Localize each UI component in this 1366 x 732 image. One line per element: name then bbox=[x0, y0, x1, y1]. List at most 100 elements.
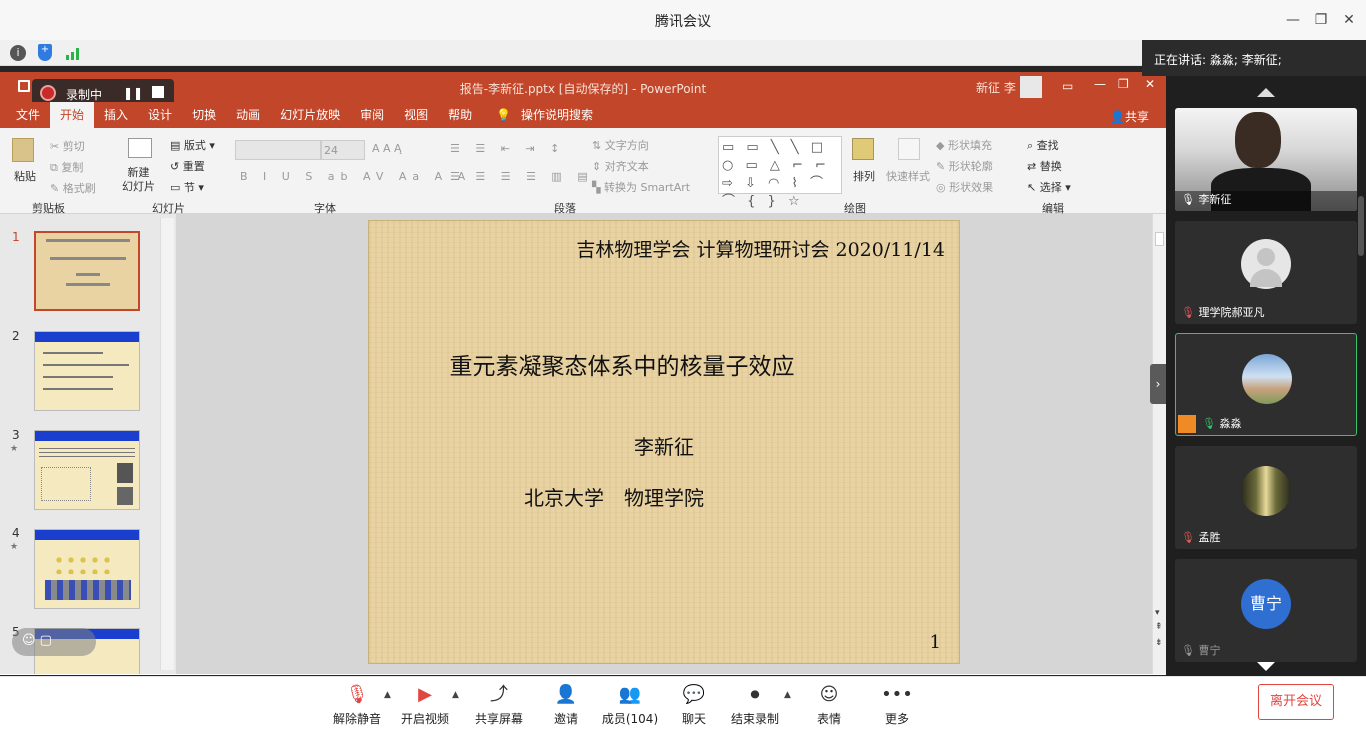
restore-icon[interactable]: ❐ bbox=[1311, 10, 1331, 30]
gallery-scrollbar[interactable] bbox=[1358, 196, 1364, 256]
font-size-select[interactable]: 24 bbox=[321, 140, 365, 160]
unmute-button[interactable]: 🎙 解除静音 bbox=[330, 684, 384, 727]
info-icon[interactable]: i bbox=[10, 45, 26, 61]
participant-tile-active[interactable]: 🎙 淼淼 bbox=[1175, 333, 1357, 436]
window-titlebar: 腾讯会议 — ❐ ✕ bbox=[0, 0, 1366, 40]
minimize-icon[interactable]: — bbox=[1283, 10, 1303, 30]
pause-record-icon[interactable]: ❚❚ bbox=[123, 86, 143, 100]
ppt-close-icon[interactable]: ✕ bbox=[1145, 77, 1155, 91]
participant-tile[interactable]: 🎙 李新征 bbox=[1175, 108, 1357, 211]
shield-icon[interactable]: + bbox=[38, 44, 52, 61]
audio-options-icon[interactable]: ▲ bbox=[384, 690, 391, 700]
tab-review[interactable]: 审阅 bbox=[350, 102, 394, 128]
slide-title: 重元素凝聚态体系中的核量子效应 bbox=[449, 354, 795, 380]
participant-tile[interactable]: 曹宁 🎙 曹宁 bbox=[1175, 559, 1357, 662]
scroll-down-icon[interactable]: ▾ bbox=[1155, 608, 1160, 618]
next-slide-icon[interactable]: ⇟ bbox=[1155, 638, 1163, 648]
tell-me-search[interactable]: 操作说明搜索 bbox=[521, 108, 593, 122]
participant-tile[interactable]: 🎙 理学院郝亚凡 bbox=[1175, 221, 1357, 324]
format-painter-button[interactable]: ✎ 格式刷 bbox=[50, 180, 96, 196]
convert-smartart-button[interactable]: ▚ 转换为 SmartArt bbox=[592, 179, 690, 195]
tab-view[interactable]: 视图 bbox=[394, 102, 438, 128]
participant-name-text: 理学院郝亚凡 bbox=[1198, 306, 1265, 319]
tab-slideshow[interactable]: 幻灯片放映 bbox=[270, 102, 350, 128]
slide-scrollbar[interactable]: ▾ ⇞ ⇟ bbox=[1152, 214, 1166, 674]
prev-slide-icon[interactable]: ⇞ bbox=[1155, 622, 1163, 632]
font-name-select[interactable] bbox=[235, 140, 321, 160]
shape-fill-button[interactable]: ◆ 形状填充 bbox=[936, 137, 992, 153]
reset-button[interactable]: ↺ 重置 bbox=[170, 158, 205, 174]
paste-icon[interactable] bbox=[12, 138, 34, 162]
emoji-button[interactable]: ☺ 表情 bbox=[809, 684, 849, 727]
close-icon[interactable]: ✕ bbox=[1339, 10, 1359, 30]
ribbon-display-icon[interactable]: ▭ bbox=[1062, 79, 1073, 93]
animation-star-icon: ★ bbox=[10, 444, 19, 454]
text-direction-button[interactable]: ⇅ 文字方向 bbox=[592, 137, 649, 153]
more-button[interactable]: ••• 更多 bbox=[877, 684, 917, 727]
record-icon bbox=[40, 85, 56, 101]
start-video-button[interactable]: ▶︎ 开启视频 bbox=[398, 684, 452, 727]
tab-home[interactable]: 开始 bbox=[50, 102, 95, 128]
scroll-thumb[interactable] bbox=[1155, 232, 1164, 246]
slide-thumbnail[interactable] bbox=[34, 430, 140, 510]
quick-styles-button[interactable]: 快速样式 bbox=[886, 168, 930, 184]
select-button[interactable]: ↖ 选择 ▾ bbox=[1027, 179, 1071, 195]
scroll-down-icon[interactable] bbox=[1257, 662, 1275, 671]
paste-button[interactable]: 粘贴 bbox=[14, 168, 36, 184]
participant-name: 🎙 曹宁 bbox=[1181, 642, 1220, 658]
tab-help[interactable]: 帮助 bbox=[438, 102, 482, 128]
chat-button[interactable]: 💬 聊天 bbox=[674, 684, 714, 727]
font-style-buttons[interactable]: B I U S ab AV Aa A A bbox=[240, 170, 471, 183]
expand-gallery-icon[interactable]: › bbox=[1150, 364, 1166, 404]
new-slide-icon[interactable] bbox=[128, 138, 152, 158]
members-button[interactable]: 👥 成员(104) bbox=[600, 684, 660, 727]
chat-bubble-icon[interactable]: ☺ ▢ bbox=[12, 628, 96, 656]
cut-button[interactable]: ✂ 剪切 bbox=[50, 138, 85, 154]
align-buttons[interactable]: ☰ ☰ ☰ ☰ ▥ ▤ bbox=[450, 170, 594, 183]
slide-thumbnail[interactable] bbox=[34, 529, 140, 609]
shape-effects-button[interactable]: ◎ 形状效果 bbox=[936, 179, 993, 195]
tab-file[interactable]: 文件 bbox=[6, 102, 50, 128]
arrange-icon[interactable] bbox=[852, 138, 874, 160]
shape-outline-button[interactable]: ✎ 形状轮廓 bbox=[936, 158, 993, 174]
user-avatar[interactable] bbox=[1020, 76, 1042, 98]
arrange-button[interactable]: 排列 bbox=[853, 168, 875, 184]
tab-animations[interactable]: 动画 bbox=[226, 102, 270, 128]
leave-meeting-button[interactable]: 离开会议 bbox=[1258, 684, 1334, 720]
tab-design[interactable]: 设计 bbox=[138, 102, 182, 128]
shape-outline-label: 形状轮廓 bbox=[948, 160, 993, 173]
signal-icon[interactable] bbox=[66, 46, 82, 60]
section-button[interactable]: ▭ 节 ▾ bbox=[170, 179, 204, 195]
font-grow-shrink-icon[interactable]: A A Ą bbox=[372, 142, 402, 155]
ppt-minimize-icon[interactable]: — bbox=[1094, 77, 1106, 91]
person-icon: 👤 bbox=[1110, 110, 1125, 124]
align-text-button[interactable]: ⇕ 对齐文本 bbox=[592, 158, 649, 174]
end-recording-button[interactable]: ⏺ 结束录制 bbox=[728, 684, 782, 727]
select-label: 选择 bbox=[1039, 181, 1062, 194]
tab-transitions[interactable]: 切换 bbox=[182, 102, 226, 128]
record-options-icon[interactable]: ▲ bbox=[784, 690, 791, 700]
video-options-icon[interactable]: ▲ bbox=[452, 690, 459, 700]
slide-header: 吉林物理学会 计算物理研讨会 2020/11/14 bbox=[576, 239, 945, 261]
scroll-up-icon[interactable] bbox=[1257, 88, 1275, 97]
list-buttons[interactable]: ☰ ☰ ⇤ ⇥ ↕ bbox=[450, 142, 565, 155]
current-slide[interactable]: 吉林物理学会 计算物理研讨会 2020/11/14 重元素凝聚态体系中的核量子效… bbox=[368, 220, 960, 664]
invite-button[interactable]: 👤 邀请 bbox=[546, 684, 586, 727]
share-button[interactable]: 👤共享 bbox=[1110, 108, 1149, 125]
slide-thumbnail[interactable] bbox=[34, 331, 140, 411]
save-icon[interactable] bbox=[18, 80, 30, 92]
tab-insert[interactable]: 插入 bbox=[94, 102, 138, 128]
shapes-gallery[interactable]: ▭ ▭ ╲ ╲ □ ○ ▭ △ ⌐ ⌐ ⇨ ⇩ ◠ ⌇ ⌒ ⌒ { } ☆ bbox=[718, 136, 842, 209]
copy-button[interactable]: ⧉ 复制 bbox=[50, 159, 83, 175]
layout-button[interactable]: ▤ 版式 ▾ bbox=[170, 137, 215, 153]
replace-button[interactable]: ⇄ 替换 bbox=[1027, 158, 1062, 174]
share-screen-button[interactable]: ⤴ 共享屏幕 bbox=[472, 684, 526, 727]
slide-thumbnail[interactable] bbox=[34, 231, 140, 311]
new-slide-button[interactable]: 新建 幻灯片 bbox=[122, 166, 155, 194]
find-button[interactable]: ⌕ 查找 bbox=[1027, 137, 1059, 153]
ppt-restore-icon[interactable]: ❐ bbox=[1118, 77, 1129, 91]
quick-styles-icon[interactable] bbox=[898, 138, 920, 160]
thumbnail-scrollbar[interactable] bbox=[160, 218, 174, 670]
stop-record-icon[interactable] bbox=[152, 86, 164, 98]
participant-tile[interactable]: 🎙 孟胜 bbox=[1175, 446, 1357, 549]
